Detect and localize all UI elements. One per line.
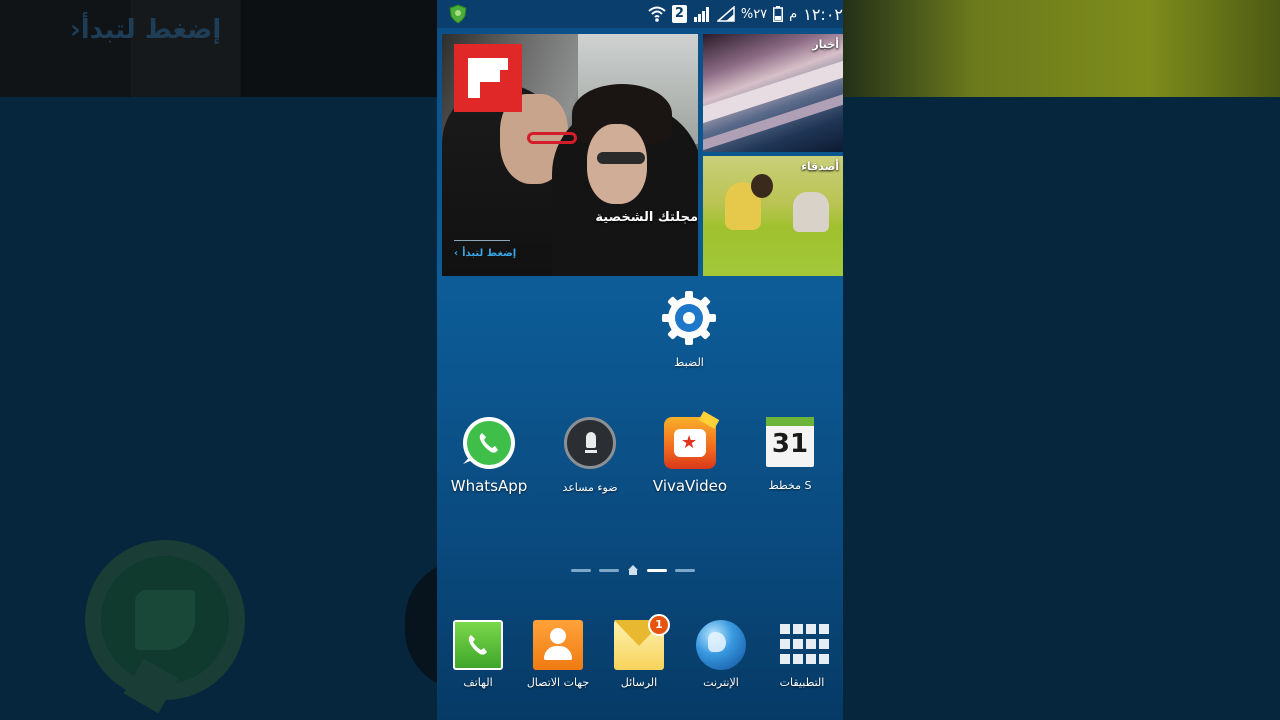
dock-label: التطبيقات [779, 676, 825, 689]
signal-2-icon [716, 6, 735, 22]
battery-percent: %٢٧ [740, 6, 768, 22]
apps-grid-icon [777, 620, 829, 670]
dock-messages[interactable]: 1 الرسائل [593, 614, 685, 689]
page-dot[interactable] [675, 568, 695, 572]
dock-internet[interactable]: الإنترنت [675, 620, 767, 689]
dock-label: جهات الاتصال [526, 676, 590, 689]
blurred-light-icon [405, 560, 437, 690]
app-label: VivaVideo [652, 477, 728, 495]
chevron-left-icon: › [454, 248, 459, 259]
flipboard-news-tile[interactable]: أخبار [703, 34, 843, 152]
unread-badge: 1 [648, 614, 670, 636]
wifi-icon [648, 6, 666, 22]
assistive-light-icon [564, 417, 616, 469]
blurred-cta: إضغط لتبدأ‹ [50, 15, 221, 45]
flipboard-start-link[interactable]: إضغط لتبدأ› [454, 248, 516, 259]
friends-tile-label: أصدقاء [801, 160, 839, 173]
flipboard-start-label: إضغط لتبدأ [462, 248, 517, 259]
flipboard-title: مجلتك الشخصية [595, 210, 698, 225]
status-bar: 2 %٢٧ م ١٢:٠٢ [437, 0, 843, 28]
app-label: WhatsApp [450, 477, 528, 495]
page-indicator [571, 563, 695, 577]
security-shield-icon [449, 4, 467, 24]
blurred-left-backdrop: إضغط لتبدأ‹ [0, 0, 437, 720]
whatsapp-icon [463, 417, 515, 469]
app-assistive-light[interactable]: ضوء مساعد [544, 417, 636, 494]
dock-label: الرسائل [620, 676, 658, 689]
dock-label: الهاتف [463, 676, 493, 689]
gear-icon [662, 291, 716, 345]
app-s-planner[interactable]: 31 مخطط S [744, 417, 836, 492]
clock: ١٢:٠٢ [803, 4, 843, 24]
blurred-top-band [843, 0, 1280, 97]
flipboard-logo-icon [454, 44, 522, 112]
blurred-cta-text: إضغط لتبدأ [80, 15, 222, 45]
flipboard-widget[interactable]: مجلتك الشخصية إضغط لتبدأ› [442, 34, 698, 276]
page-dot[interactable] [571, 568, 591, 572]
flipboard-friends-tile[interactable]: أصدقاء [703, 156, 843, 276]
home-page-icon[interactable] [627, 564, 639, 576]
app-whatsapp[interactable]: WhatsApp [443, 417, 535, 495]
app-label: ضوء مساعد [562, 481, 618, 494]
messages-icon: 1 [614, 614, 670, 670]
phone-home-screen: 2 %٢٧ م ١٢:٠٢ مجلتك الشخصية إضغط لتبدأ› … [437, 0, 843, 720]
dock-apps[interactable]: التطبيقات [756, 620, 843, 689]
app-vivavideo[interactable]: ★ VivaVideo [644, 411, 736, 495]
dock-contacts[interactable]: جهات الاتصال [512, 620, 604, 689]
news-tile-label: أخبار [812, 38, 839, 51]
settings-label: الضبط [674, 356, 704, 369]
screen: إضغط لتبدأ‹ 31 [0, 0, 1280, 720]
dock-label: الإنترنت [703, 676, 739, 689]
page-dot-active[interactable] [647, 568, 667, 572]
settings-shortcut[interactable]: الضبط [649, 290, 729, 369]
dock-phone[interactable]: الهاتف [437, 620, 524, 689]
globe-icon [696, 620, 746, 670]
vivavideo-icon: ★ [664, 411, 720, 469]
calendar-day: 31 [771, 429, 809, 459]
phone-handset-icon [479, 433, 498, 453]
blurred-whatsapp-icon [85, 540, 245, 700]
divider [454, 240, 510, 241]
blurred-top-band: إضغط لتبدأ‹ [0, 0, 437, 97]
chevron-left-icon: ‹ [70, 15, 81, 45]
am-pm: م [789, 6, 798, 22]
signal-icon [693, 7, 709, 22]
blurred-right-backdrop: 31 [843, 0, 1280, 720]
contacts-icon [533, 620, 583, 670]
app-label: مخطط S [768, 479, 812, 492]
page-dot[interactable] [599, 568, 619, 572]
phone-icon [453, 620, 503, 670]
battery-icon [773, 6, 784, 22]
sim-badge: 2 [671, 5, 687, 23]
calendar-icon: 31 [766, 417, 814, 467]
